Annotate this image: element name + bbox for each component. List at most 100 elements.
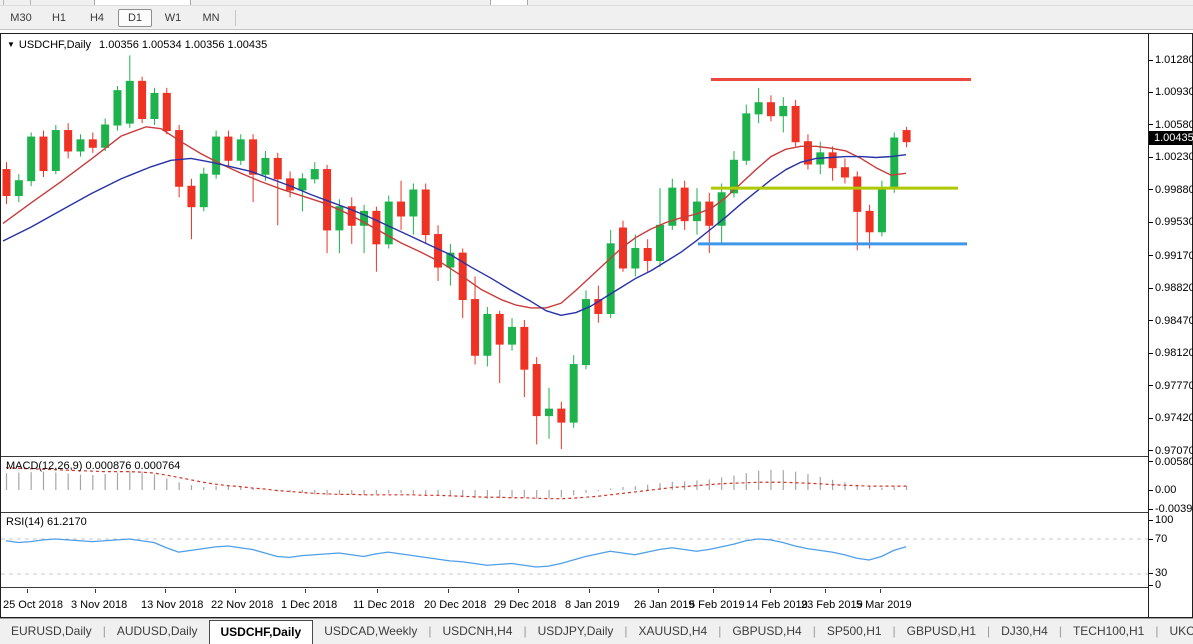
date-tick [27,589,28,593]
candle-up [692,201,701,222]
current-price-badge: 1.00435 [1149,131,1193,146]
candle-down [766,102,775,117]
chart-tab-dj30-h4[interactable]: DJ30,H4 [990,619,1059,644]
chart-header: ▼ USDCHF,Daily 1.00356 1.00534 1.00356 1.0… [7,39,267,51]
rsi-axis-tick [1149,538,1153,540]
candle-up [754,102,763,115]
date-axis[interactable]: 25 Oct 2018 3 Nov 2018 13 Nov 2018 22 Nov 2… [1,589,1148,617]
candle-up [483,313,492,356]
timeframe-button-w1[interactable]: W1 [156,9,190,27]
timeframe-button-h1[interactable]: H1 [42,9,76,27]
chart-tab-ukc[interactable]: UKC [1158,619,1193,644]
date-tick [165,589,166,593]
macd-pane[interactable]: MACD(12,26,9) 0.000876 0.000764 [1,458,1148,512]
chart-tab-gbpusd-h4[interactable]: GBPUSD,H4 [721,619,812,644]
macd-name: MACD(12,26,9) [6,460,83,472]
candle-down [224,136,233,161]
candle-up [569,364,578,423]
chart-tab-usdjpy-daily[interactable]: USDJPY,Daily [527,619,625,644]
chart-tab-gbpusd-h1[interactable]: GBPUSD,H1 [896,619,987,644]
timeframe-button-h4[interactable]: H4 [80,9,114,27]
chart-tab-sp500-h1[interactable]: SP500,H1 [816,619,893,644]
candle-up [236,139,245,161]
price-axis-label: 1.00230 [1155,151,1193,164]
date-tick [518,589,519,593]
macd-axis-label: 0.00 [1155,484,1177,496]
candle-up [742,113,751,161]
chart-tab-bar: EURUSD,Daily | AUDUSD,Daily USDCHF,Daily USD… [0,618,1193,644]
price-axis-label: 0.97420 [1155,412,1193,425]
date-label: 8 Jan 2019 [565,599,620,611]
candle-down [249,139,258,175]
candle-down [138,80,147,119]
main-chart-pane[interactable]: ▼ USDCHF,Daily 1.00356 1.00534 1.00356 1.0… [1,34,1148,456]
candlestick-chart[interactable] [1,34,1148,456]
collapse-triangle-icon[interactable]: ▼ [7,40,15,49]
date-tick [377,589,378,593]
date-label: 11 Dec 2018 [353,599,415,611]
candle-down [643,247,652,262]
candle-up [606,243,615,314]
price-tick [1149,221,1153,223]
chart-tab-audusd-daily[interactable]: AUDUSD,Daily [106,619,209,644]
date-tick [825,589,826,593]
moving-average-slow [2,154,907,317]
candle-up [199,173,208,208]
candle-down [532,364,541,417]
timeframe-button-d1[interactable]: D1 [118,8,152,27]
date-tick [448,589,449,593]
date-tick [770,589,771,593]
price-axis-label: 0.98820 [1155,282,1193,295]
candle-up [877,187,886,233]
candle-down [495,313,504,345]
chart-tab-usdcnh-h4[interactable]: USDCNH,H4 [431,619,523,644]
price-axis[interactable]: 1.01280 1.00930 1.00580 1.00230 0.99880 0.995… [1148,34,1193,617]
candle-down [64,130,73,152]
macd-axis-label: 0.0058025 [1155,455,1193,468]
rsi-chart[interactable] [1,514,1148,588]
candle-up [51,130,60,171]
candle-up [409,189,418,217]
macd-axis-tick [1149,508,1153,510]
chart-tab-usdchf-daily[interactable]: USDCHF,Daily [208,620,314,644]
date-label: 5 Feb 2019 [689,599,745,611]
toolbar-separator [3,0,4,5]
rsi-axis-label: 30 [1155,567,1168,579]
chart-tab-usdcad-weekly[interactable]: USDCAD,Weekly [313,619,428,644]
timeframe-button-m30[interactable]: M30 [4,9,38,27]
candle-up [125,80,134,124]
candle-down [520,326,529,370]
date-tick [589,589,590,593]
candle-down [865,210,874,233]
rsi-line [5,538,907,568]
date-label: 25 Oct 2018 [3,599,63,611]
chart-tab-eurusd-daily[interactable]: EURUSD,Daily [0,619,103,644]
price-tick [1149,59,1153,61]
date-label: 22 Nov 2018 [211,599,274,611]
candle-down [557,408,566,423]
candle-down [2,169,11,197]
rsi-axis-label: 100 [1155,514,1174,526]
rsi-pane[interactable]: RSI(14) 61.2170 [1,514,1148,588]
candle-up [631,247,640,269]
date-label: 20 Dec 2018 [424,599,487,611]
ohlc-values: 1.00356 1.00534 1.00356 1.00435 [99,39,268,51]
price-axis-label: 1.01280 [1155,54,1193,66]
candle-up [27,136,36,182]
macd-values: 0.000876 0.000764 [85,460,181,472]
candle-down [853,176,862,212]
candle-up [310,169,319,180]
candle-down [791,105,800,143]
chart-tab-xauusd-h4[interactable]: XAUUSD,H4 [628,619,719,644]
candle-up [545,408,554,417]
candle-down [397,201,406,217]
timeframe-button-mn[interactable]: MN [194,9,228,27]
toolbar-separator [30,0,31,5]
price-tick [1149,91,1153,93]
price-axis-label: 0.98120 [1155,347,1193,360]
candle-down [162,92,171,132]
date-label: 14 Feb 2019 [746,599,808,611]
price-axis-label: 0.97770 [1155,379,1193,392]
chart-tab-tech100-h1[interactable]: TECH100,H1 [1062,619,1155,644]
date-label: 13 Nov 2018 [141,599,204,611]
